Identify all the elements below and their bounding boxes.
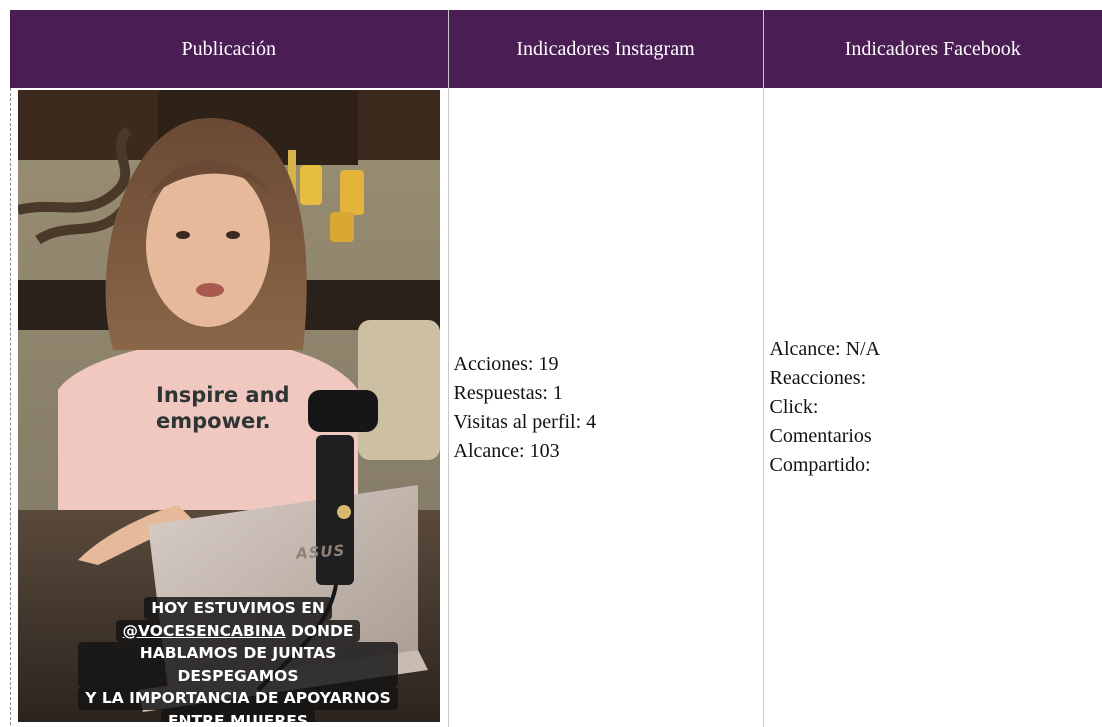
facebook-metric: Compartido: (770, 451, 1102, 480)
caption-line: @VOCESENCABINA DONDE (116, 620, 361, 643)
report-table: Publicación Indicadores Instagram Indica… (10, 10, 1102, 727)
facebook-metric: Comentarios (770, 422, 1102, 451)
header-facebook: Indicadores Facebook (763, 10, 1102, 88)
header-instagram: Indicadores Instagram (448, 10, 763, 88)
instagram-metric: Respuestas: 1 (454, 379, 763, 408)
header-row: Publicación Indicadores Instagram Indica… (10, 10, 1102, 88)
instagram-metric: Alcance: 103 (454, 437, 763, 466)
facebook-metric: Reacciones: (770, 364, 1102, 393)
instagram-metric: Visitas al perfil: 4 (454, 408, 763, 437)
publication-cell: Inspire and empower. ASUS HOY ESTUVIMOS … (10, 88, 448, 727)
facebook-metric: Click: (770, 393, 1102, 422)
caption-line: ENTRE MUJERES (161, 710, 315, 723)
caption-mention-link[interactable]: @VOCESENCABINA (123, 622, 286, 640)
story-caption: HOY ESTUVIMOS EN @VOCESENCABINA DONDE HA… (78, 597, 398, 722)
caption-line: HOY ESTUVIMOS EN (144, 597, 332, 620)
caption-line: Y LA IMPORTANCIA DE APOYARNOS (78, 687, 398, 710)
post-image: Inspire and empower. ASUS HOY ESTUVIMOS … (18, 90, 440, 722)
facebook-metric: Alcance: N/A (770, 335, 1102, 364)
header-publication: Publicación (10, 10, 448, 88)
facebook-metrics-cell: Alcance: N/A Reacciones: Click: Comentar… (763, 88, 1102, 727)
instagram-metric: Acciones: 19 (454, 350, 763, 379)
shirt-print: Inspire and empower. (156, 382, 290, 434)
instagram-metrics-cell: Acciones: 19 Respuestas: 1 Visitas al pe… (448, 88, 763, 727)
table-row: Inspire and empower. ASUS HOY ESTUVIMOS … (10, 88, 1102, 727)
laptop-logo: ASUS (295, 536, 346, 568)
caption-line: HABLAMOS DE JUNTAS DESPEGAMOS (78, 642, 398, 687)
